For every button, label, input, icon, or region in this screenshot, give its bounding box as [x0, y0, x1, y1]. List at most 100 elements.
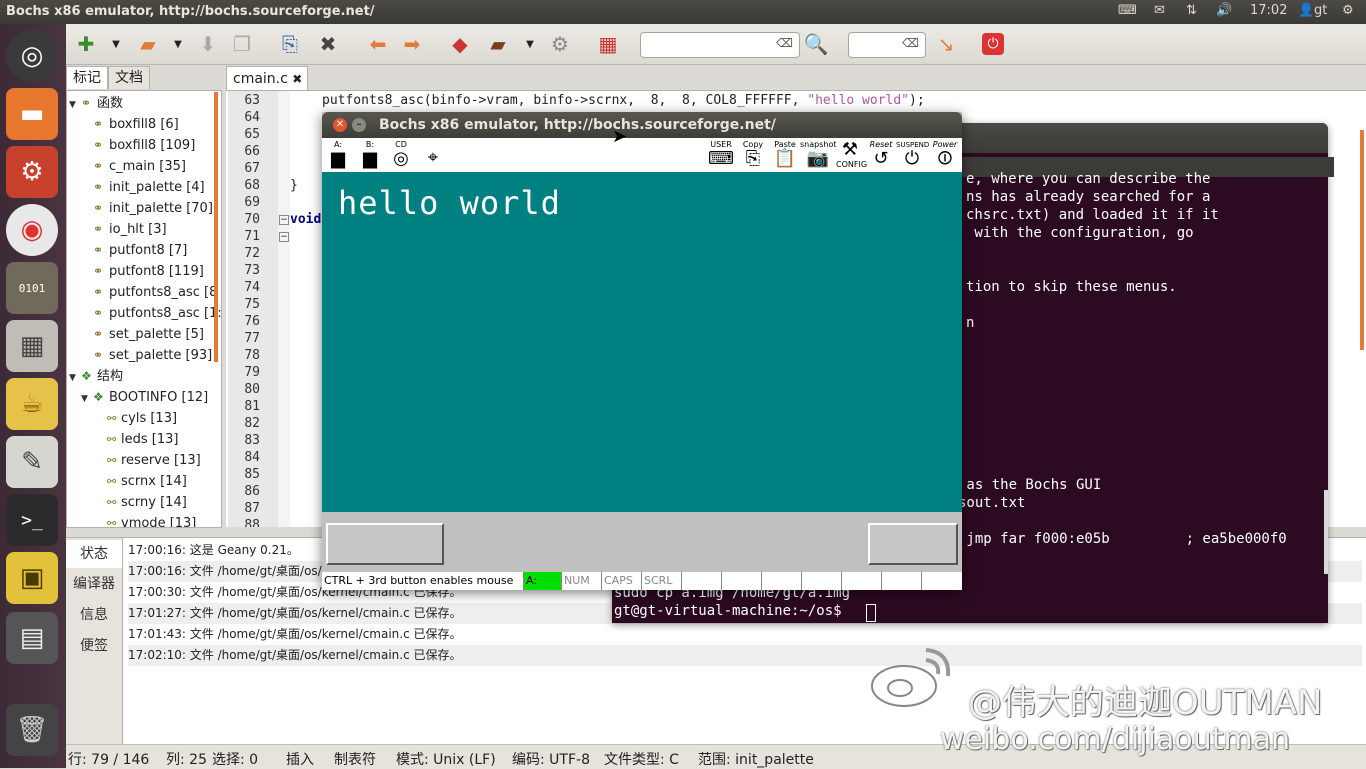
text-editor-icon[interactable]: ✎	[6, 436, 58, 488]
expander-icon[interactable]: ▼	[69, 368, 81, 389]
tab-compiler[interactable]: 编译器	[66, 570, 122, 598]
bochs-window[interactable]: ✕ – Bochs x86 emulator, http://bochs.sou…	[322, 112, 962, 590]
reset-button[interactable]: Reset ↺	[866, 140, 896, 170]
goto-jump-icon[interactable]: ↘	[932, 30, 960, 58]
build-icon[interactable]: ▰	[484, 30, 512, 58]
back-arrow-icon[interactable]: ⬅	[364, 30, 392, 58]
forward-arrow-icon[interactable]: ➡	[398, 30, 426, 58]
revert-icon[interactable]: ⎘	[276, 30, 304, 58]
user-button[interactable]: USER ⌨	[706, 140, 736, 170]
chrome-browser-icon[interactable]: ◉	[6, 204, 58, 256]
binary-app-icon[interactable]: 0101	[6, 262, 58, 314]
expander-icon[interactable]: ▼	[69, 95, 81, 116]
user-icon[interactable]: 👤	[1298, 3, 1314, 18]
tree-item[interactable]: ⚯ scrny [14]	[107, 492, 187, 513]
tree-item[interactable]: ⚭ io_hlt [3]	[93, 219, 167, 240]
tree-item[interactable]: ⚯ cyls [13]	[107, 408, 177, 429]
keyboard-icon[interactable]: ⌨	[1118, 3, 1137, 18]
goto-line-input[interactable]: ⌫	[848, 32, 926, 58]
minimize-icon[interactable]: –	[352, 118, 366, 132]
terminal-scrollbar[interactable]	[1324, 490, 1328, 574]
volume-icon[interactable]: 🔊	[1216, 3, 1232, 18]
tree-item[interactable]: ⚯ leds [13]	[107, 429, 178, 450]
geany-teapot-icon[interactable]: ☕	[6, 378, 58, 430]
run-gears-icon[interactable]: ⚙	[546, 30, 574, 58]
system-settings-icon[interactable]: ⚙	[6, 146, 58, 198]
tree-item[interactable]: ⚭ putfonts8_asc [1:	[93, 303, 221, 324]
new-file-icon[interactable]: ✚	[72, 30, 100, 58]
close-icon[interactable]: ✕	[333, 118, 347, 132]
workspace-switcher-icon[interactable]: ▤	[6, 612, 58, 664]
session-gear-icon[interactable]: ⚙	[1342, 3, 1354, 18]
tree-item[interactable]: ⚭ putfonts8_asc [8	[93, 282, 217, 303]
tab-documents[interactable]: 文档	[108, 66, 150, 89]
calculator-icon[interactable]: ▦	[6, 320, 58, 372]
tree-item[interactable]: ⚭ set_palette [5]	[93, 324, 204, 345]
tab-messages[interactable]: 信息	[66, 601, 122, 629]
save-all-icon[interactable]: ❐	[228, 30, 256, 58]
tree-group-functions[interactable]: ▼ ⚭ 函数	[69, 93, 123, 114]
tree-item-struct[interactable]: ▼ ❖ BOOTINFO [12]	[81, 387, 208, 408]
close-tab-icon[interactable]: ✖	[292, 72, 302, 86]
tree-item[interactable]: ⚭ set_palette [93]	[93, 345, 212, 366]
bochs-box-icon[interactable]: ▣	[6, 552, 58, 604]
fold-marker-icon[interactable]: −	[279, 232, 289, 242]
tree-item[interactable]: ⚯ reserve [13]	[107, 450, 201, 471]
terminal-icon[interactable]: >_	[6, 494, 58, 546]
editor-scrollbar[interactable]	[1360, 130, 1364, 350]
tree-item[interactable]: ⚭ init_palette [70]	[93, 198, 213, 219]
search-icon[interactable]: 🔍	[802, 30, 830, 58]
tree-item[interactable]: ⚭ boxfill8 [6]	[93, 114, 179, 135]
fold-margin[interactable]: − −	[278, 91, 290, 527]
snapshot-button[interactable]: snapshot 📷	[800, 140, 837, 170]
floppy-b-button[interactable]: B: ▆	[358, 140, 382, 170]
power-button[interactable]: Power ⏼	[930, 140, 960, 170]
dash-home-icon[interactable]: ◎	[6, 30, 58, 82]
open-dropdown-icon[interactable]: ▼	[164, 30, 192, 58]
tree-item[interactable]: ⚭ putfont8 [7]	[93, 240, 187, 261]
tab-scribble[interactable]: 便签	[66, 632, 122, 660]
clear-search-icon[interactable]: ⌫	[776, 36, 793, 50]
expander-icon[interactable]: ▼	[81, 389, 93, 410]
paste-button[interactable]: Paste 📋	[772, 140, 798, 170]
tree-item[interactable]: ⚭ boxfill8 [109]	[93, 135, 195, 156]
network-icon[interactable]: ⇅	[1186, 3, 1197, 18]
search-input[interactable]: ⌫	[640, 32, 800, 58]
function-icon: ⚭	[93, 285, 104, 299]
new-dropdown-icon[interactable]: ▼	[102, 30, 130, 58]
clear-goto-icon[interactable]: ⌫	[902, 36, 919, 50]
tree-item[interactable]: ⚯ vmode [13]	[107, 513, 196, 527]
cdrom-button[interactable]: CD ◎	[388, 140, 414, 170]
mouse-capture-button[interactable]: ⌖	[418, 140, 448, 170]
scroll-lock-led: SCRL	[642, 572, 682, 590]
emulator-screen[interactable]: hello world	[322, 172, 962, 512]
suspend-button[interactable]: SUSPEND ⏻	[896, 140, 929, 170]
tree-item[interactable]: ⚭ c_main [35]	[93, 156, 186, 177]
quit-power-icon[interactable]: ⏻	[982, 33, 1004, 55]
fold-marker-icon[interactable]: −	[279, 215, 289, 225]
open-file-icon[interactable]: ▰	[134, 30, 162, 58]
tab-cmain[interactable]: cmain.c ✖	[226, 66, 308, 90]
files-folder-icon[interactable]: ▬	[6, 88, 58, 140]
color-chooser-icon[interactable]: ▦	[594, 30, 622, 58]
save-icon[interactable]: ⬇	[194, 30, 222, 58]
tab-status[interactable]: 状态	[66, 540, 122, 568]
mail-icon[interactable]: ✉	[1154, 3, 1165, 18]
build-dropdown-icon[interactable]: ▼	[516, 30, 544, 58]
tree-item[interactable]: ⚭ init_palette [4]	[93, 177, 205, 198]
tree-group-structs[interactable]: ▼ ❖ 结构	[69, 366, 123, 387]
clock[interactable]: 17:02	[1250, 3, 1287, 18]
trash-icon[interactable]: 🗑	[6, 704, 58, 756]
tree-item[interactable]: ⚯ scrnx [14]	[107, 471, 187, 492]
compile-icon[interactable]: ◆	[446, 30, 474, 58]
user-name[interactable]: gt	[1314, 3, 1327, 18]
floppy-a-button[interactable]: A: ▆	[326, 140, 350, 170]
tab-symbols[interactable]: 标记	[66, 66, 108, 89]
bochs-titlebar[interactable]: ✕ – Bochs x86 emulator, http://bochs.sou…	[322, 112, 962, 138]
close-file-icon[interactable]: ✖	[314, 30, 342, 58]
floppy-icon: ▆	[363, 148, 377, 169]
tree-item[interactable]: ⚭ putfont8 [119]	[93, 261, 204, 282]
copy-button[interactable]: Copy ⎘	[740, 140, 766, 170]
sidebar-scrollbar[interactable]	[214, 92, 218, 362]
config-button[interactable]: ⚒ CONFIG	[836, 140, 867, 170]
